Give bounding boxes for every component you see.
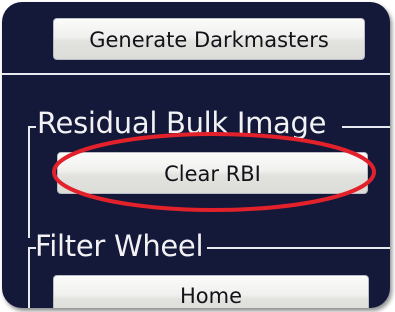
clear-rbi-button[interactable]: Clear RBI [57,152,368,194]
group-border-top [207,247,390,249]
residual-bulk-image-heading: Residual Bulk Image [37,106,327,140]
filter-wheel-heading: Filter Wheel [35,229,204,263]
generate-darkmasters-button[interactable]: Generate Darkmasters [53,18,365,60]
home-button[interactable]: Home [53,275,369,308]
group-border-left [28,247,30,308]
group-border-left [28,126,30,238]
group-border-top [28,126,36,128]
group-border-top [342,126,390,128]
divider-line [2,73,390,75]
control-panel: Generate Darkmasters Residual Bulk Image… [2,2,390,308]
